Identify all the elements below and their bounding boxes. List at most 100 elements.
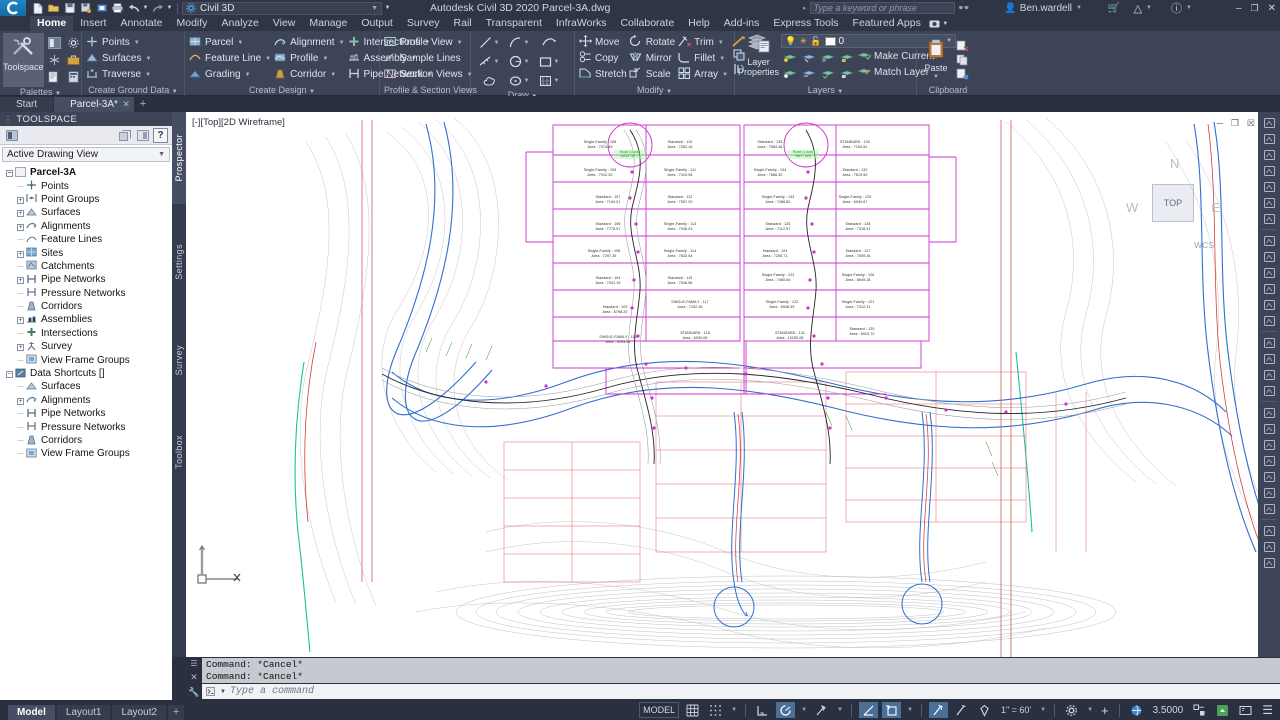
tree-item-parcel-3a[interactable]: − Parcel-3A bbox=[0, 166, 172, 179]
tree-item-surfaces[interactable]: + Surfaces bbox=[0, 206, 172, 219]
workspace-selector[interactable]: Civil 3D ▼ bbox=[182, 1, 382, 15]
layer-off-icon[interactable] bbox=[819, 51, 836, 63]
drag-grip-icon[interactable]: ☰ bbox=[190, 659, 197, 668]
points-button[interactable]: Points ▼ bbox=[85, 35, 153, 50]
close-icon[interactable]: ✕ bbox=[122, 97, 130, 112]
layer-on-icon[interactable] bbox=[819, 67, 836, 79]
chevron-down-icon[interactable]: ▼ bbox=[719, 56, 725, 62]
tree-item-alignments[interactable]: + Alignments bbox=[0, 394, 172, 407]
command-prompt-icon[interactable]: ▼ bbox=[206, 687, 226, 696]
tool2-icon[interactable] bbox=[1260, 351, 1278, 366]
ribbon-tab-annotate[interactable]: Annotate bbox=[113, 16, 169, 31]
viewport-label[interactable]: [-][Top][2D Wireframe] bbox=[192, 117, 285, 128]
dynamic-ucs-toggle[interactable] bbox=[882, 702, 901, 718]
parcel-label[interactable]: Standard : 128 Area : 7318.41 bbox=[832, 222, 884, 231]
unlock-icon[interactable]: 🔓 bbox=[810, 36, 821, 47]
parcel-label[interactable]: STANDARD : 118 Area : 6930.06 bbox=[669, 331, 721, 340]
parcel-label[interactable]: Standard : 132 Area : 7619.50 bbox=[829, 168, 881, 177]
parcel-label[interactable]: Standard : 107 Area : 7194.01 bbox=[582, 195, 634, 204]
object-snap-tracking-toggle[interactable] bbox=[859, 702, 878, 718]
ribbon-tab-collaborate[interactable]: Collaborate bbox=[613, 16, 681, 31]
layer-freeze-icon[interactable] bbox=[800, 51, 817, 63]
tree-item-points[interactable]: ─ Points bbox=[0, 179, 172, 192]
paint-icon[interactable] bbox=[1260, 485, 1278, 500]
expand-icon[interactable] bbox=[135, 128, 150, 143]
parcel-label[interactable]: Single-Family : 129 Area : 6940.67 bbox=[829, 195, 881, 204]
parcel-label[interactable]: Standard : 127 Area : 7509.16 bbox=[832, 249, 884, 258]
settings-palette-icon[interactable] bbox=[65, 35, 83, 51]
annotation-scale-selector[interactable]: 1" = 60' bbox=[998, 702, 1034, 718]
surfaces-button[interactable]: Surfaces ▼ bbox=[85, 51, 153, 66]
ellipse-icon[interactable]: ▼ bbox=[504, 71, 534, 90]
grading-button[interactable]: Grading ▼ bbox=[188, 67, 273, 82]
chevron-down-icon[interactable]: ▼ bbox=[134, 40, 140, 46]
array-button[interactable]: Array ▼ bbox=[677, 67, 730, 82]
tree-item-catchments[interactable]: ─ Catchments bbox=[0, 260, 172, 273]
new-icon[interactable] bbox=[30, 1, 45, 15]
parcel-label[interactable]: Single-Family : 111 Area : 7410.96 bbox=[654, 168, 706, 177]
model-space-button[interactable]: MODEL bbox=[639, 702, 680, 718]
properties-palette-icon[interactable] bbox=[46, 35, 64, 51]
toolspace-tab-toolbox[interactable]: Toolbox bbox=[172, 412, 186, 492]
dynamic-input-toggle[interactable] bbox=[928, 702, 948, 718]
copy-clip-icon[interactable] bbox=[954, 54, 970, 66]
binoculars-icon[interactable]: 👓 bbox=[958, 3, 970, 14]
line-icon[interactable]: ▼ bbox=[474, 33, 504, 52]
parcel-label[interactable]: STANDARD : 131 Area : 10250.08 bbox=[764, 331, 816, 340]
customization-icon[interactable]: ☰ bbox=[1259, 702, 1276, 718]
grid-panel-icon[interactable] bbox=[1260, 179, 1278, 194]
search-input[interactable]: Type a keyword or phrase bbox=[809, 2, 955, 14]
hardware-accel-icon[interactable] bbox=[1213, 702, 1232, 718]
close-viewport-icon[interactable]: ☒ bbox=[1247, 118, 1255, 129]
layer-unisolate-icon[interactable] bbox=[781, 67, 798, 79]
chevron-down-icon[interactable]: ▼ bbox=[265, 56, 271, 62]
file-tab-start[interactable]: Start bbox=[0, 97, 54, 112]
layout-tab-model[interactable]: Model bbox=[8, 705, 55, 720]
save-icon[interactable] bbox=[62, 1, 77, 15]
help-button[interactable]: ⓘ ▼ bbox=[1171, 1, 1192, 15]
panel-grip-icon[interactable]: ⋮ bbox=[4, 115, 12, 124]
geolocation-icon[interactable] bbox=[46, 52, 64, 68]
ortho-mode-toggle[interactable] bbox=[753, 702, 772, 718]
star2-icon[interactable] bbox=[1260, 249, 1278, 264]
transparency-toggle[interactable] bbox=[975, 702, 994, 718]
tree-item-assemblies[interactable]: + Assemblies bbox=[0, 313, 172, 326]
ribbon-tab-insert[interactable]: Insert bbox=[73, 16, 113, 31]
tool3-icon[interactable] bbox=[1260, 367, 1278, 382]
ribbon-tab-transparent[interactable]: Transparent bbox=[479, 16, 549, 31]
layer-lock-icon[interactable] bbox=[838, 51, 855, 63]
close-icon[interactable]: ✕ bbox=[190, 672, 198, 683]
chevron-down-icon[interactable]: ▼ bbox=[330, 72, 336, 78]
layer-thaw-icon[interactable] bbox=[800, 67, 817, 79]
redo-dropdown-icon[interactable]: ▼ bbox=[166, 1, 173, 15]
ribbon-tab-express-tools[interactable]: Express Tools bbox=[766, 16, 845, 31]
object-snap-toggle[interactable] bbox=[812, 702, 831, 718]
rectangle-icon[interactable]: ▼ bbox=[534, 52, 564, 71]
expand-plus-icon[interactable]: + bbox=[16, 222, 25, 231]
ribbon-tab-featured-apps[interactable]: Featured Apps bbox=[846, 16, 928, 31]
wrench-icon[interactable]: 🔧 bbox=[188, 687, 199, 698]
maximize-viewport-icon[interactable]: ❐ bbox=[1231, 118, 1239, 129]
annotation-scale-dropdown[interactable]: ▼ bbox=[1038, 702, 1047, 718]
command-input[interactable]: Type a command bbox=[230, 686, 314, 697]
edit-icon[interactable] bbox=[1260, 453, 1278, 468]
globe-icon[interactable] bbox=[1260, 195, 1278, 210]
ribbon-gallery-icon[interactable]: ▼ bbox=[928, 16, 950, 31]
chevron-down-icon[interactable]: ▼ bbox=[322, 56, 328, 62]
parcel-label[interactable]: STANDARD : 130 Area : 7194.52 bbox=[829, 140, 881, 149]
clean-screen-icon[interactable] bbox=[1236, 702, 1255, 718]
parcel-label[interactable]: Single-Family : 121 Area : 7312.31 bbox=[832, 300, 884, 309]
collapse-icon[interactable] bbox=[117, 128, 132, 143]
file-tab-parcel3a[interactable]: Parcel-3A* ✕ bbox=[54, 97, 134, 112]
expand-plus-icon[interactable]: + bbox=[16, 249, 25, 258]
restore-button[interactable]: ❐ bbox=[1251, 3, 1259, 14]
parcel-label[interactable]: Single-Family : 113 Area : 7046.23 bbox=[654, 222, 706, 231]
final3-icon[interactable] bbox=[1260, 555, 1278, 570]
parcel-label[interactable]: Standard : 112 Area : 7057.29 bbox=[654, 195, 706, 204]
add-layout-button[interactable]: + bbox=[168, 705, 185, 720]
corridor-button[interactable]: Corridor ▼ bbox=[273, 67, 346, 82]
ribbon-tab-help[interactable]: Help bbox=[681, 16, 717, 31]
qat-overflow-icon[interactable]: ▼ bbox=[383, 1, 392, 15]
ribbon-tab-survey[interactable]: Survey bbox=[400, 16, 447, 31]
paste-special-icon[interactable] bbox=[954, 68, 970, 80]
